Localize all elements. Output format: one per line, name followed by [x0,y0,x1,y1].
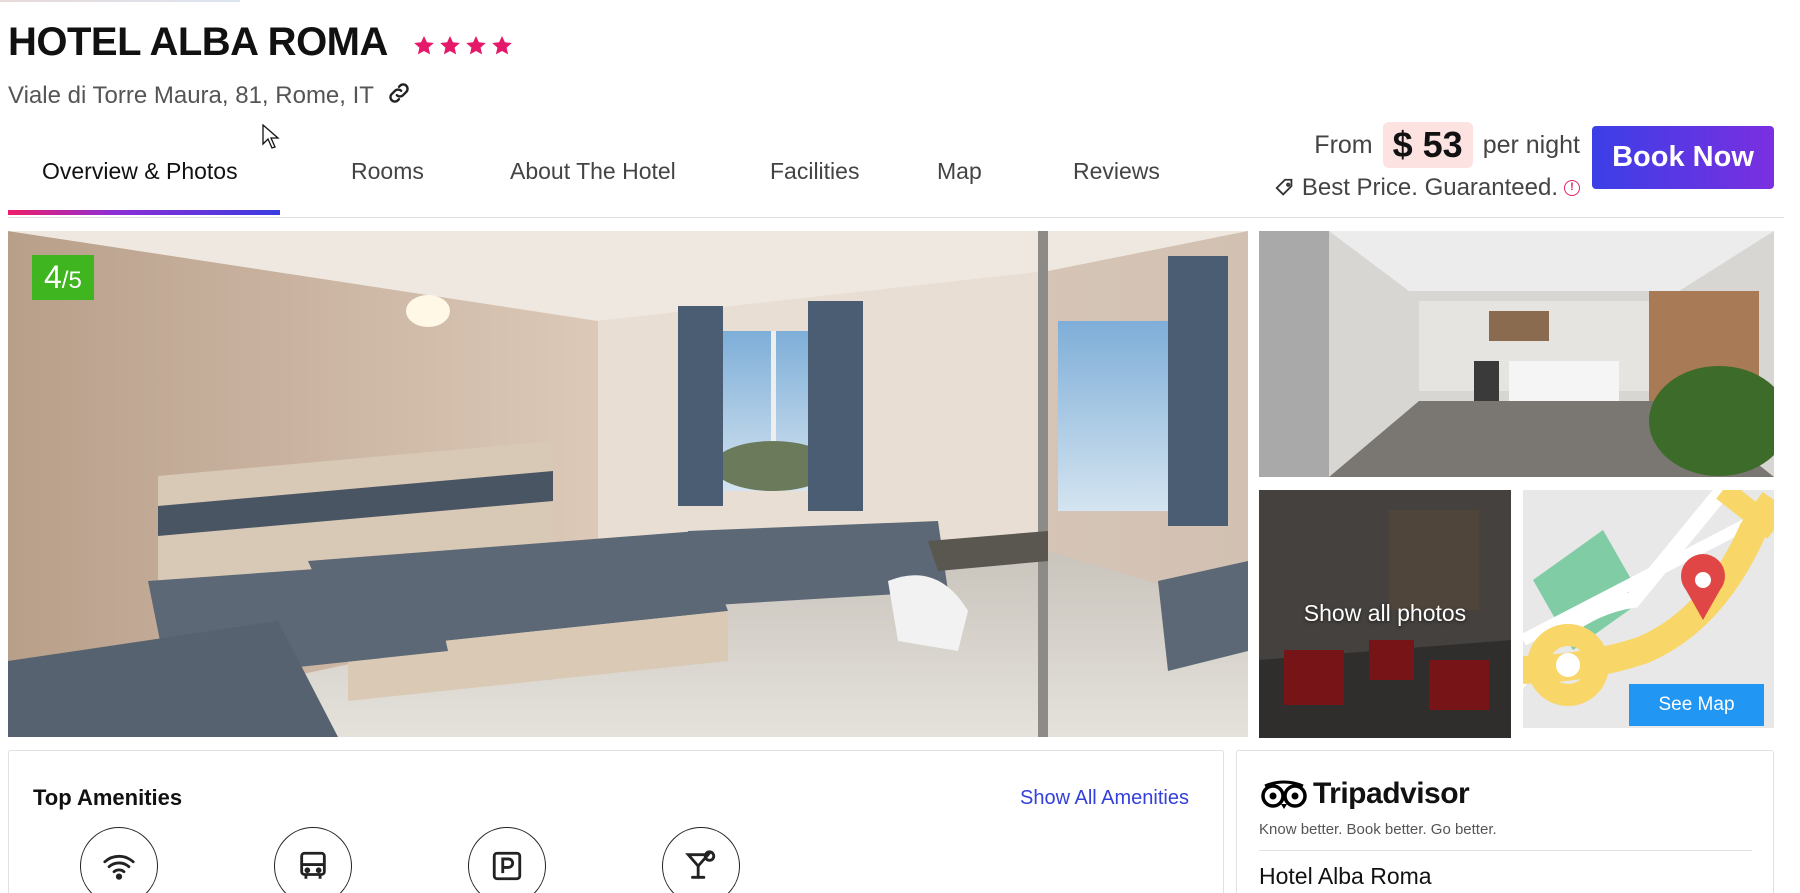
rating-badge: 4/5 [32,255,94,300]
price-value: $ 53 [1382,122,1473,168]
star-rating [412,34,514,58]
price-box: From $ 53 per night Best Price. Guarante… [1250,122,1580,202]
tab-map[interactable]: Map [937,158,982,185]
wifi-icon [80,827,158,893]
map-tile[interactable]: See Map [1523,490,1774,728]
show-all-amenities-link[interactable]: Show All Amenities [1020,787,1189,810]
price-guarantee: Best Price. Guaranteed. ! [1250,174,1580,202]
lobby-photo-image [1259,231,1774,477]
link-icon[interactable] [386,80,412,111]
hotel-name: HOTEL ALBA ROMA [8,20,388,64]
rating-max: /5 [61,267,82,294]
price-tag-icon [1275,178,1293,196]
hotel-tabs: Overview & Photos Rooms About The Hotel … [8,126,1188,218]
see-map-button[interactable]: See Map [1629,684,1764,726]
top-amenities-card: Top Amenities Show All Amenities [8,750,1224,893]
tripadvisor-divider [1259,850,1752,851]
star-icon [492,36,512,55]
address-row: Viale di Torre Maura, 81, Rome, IT [8,80,412,111]
price-per-night: per night [1482,130,1580,159]
tab-overview-photos[interactable]: Overview & Photos [42,158,238,185]
main-room-photo[interactable]: 4/5 [8,231,1248,737]
tab-rooms[interactable]: Rooms [351,158,424,185]
guarantee-text: Best Price. Guaranteed. [1301,174,1558,201]
tab-facilities[interactable]: Facilities [770,158,859,185]
mouse-cursor-icon [262,124,280,149]
room-photo-image [8,231,1248,737]
tripadvisor-logo: Tripadvisor [1259,777,1470,811]
tripadvisor-logo-text: Tripadvisor [1313,777,1470,810]
cocktail-icon [662,827,740,893]
tripadvisor-hotel-name: Hotel Alba Roma [1259,863,1432,889]
tabs-divider [8,217,1784,218]
parking-icon [468,827,546,893]
rating-score: 4 [44,259,62,295]
tab-about-the-hotel[interactable]: About The Hotel [510,158,676,185]
active-tab-underline [8,210,280,215]
top-strip [0,0,240,2]
bus-icon [274,827,352,893]
star-icon [466,36,486,55]
price-from-label: From [1314,130,1373,159]
tripadvisor-owl-icon [1261,780,1307,809]
star-icon [440,36,460,55]
hotel-address: Viale di Torre Maura, 81, Rome, IT [8,81,374,109]
tripadvisor-card: Tripadvisor Know better. Book better. Go… [1236,750,1774,893]
show-all-photos-tile[interactable]: Show all photos [1259,490,1511,738]
star-icon [414,36,434,55]
lobby-photo[interactable] [1259,231,1774,477]
tripadvisor-tagline: Know better. Book better. Go better. [1259,821,1497,838]
top-amenities-title: Top Amenities [33,785,183,810]
show-all-photos-label: Show all photos [1303,600,1467,626]
book-now-button[interactable]: Book Now [1592,126,1774,189]
price-line: From $ 53 per night [1250,122,1580,168]
info-icon[interactable]: ! [1564,180,1580,196]
tab-reviews[interactable]: Reviews [1073,158,1160,185]
